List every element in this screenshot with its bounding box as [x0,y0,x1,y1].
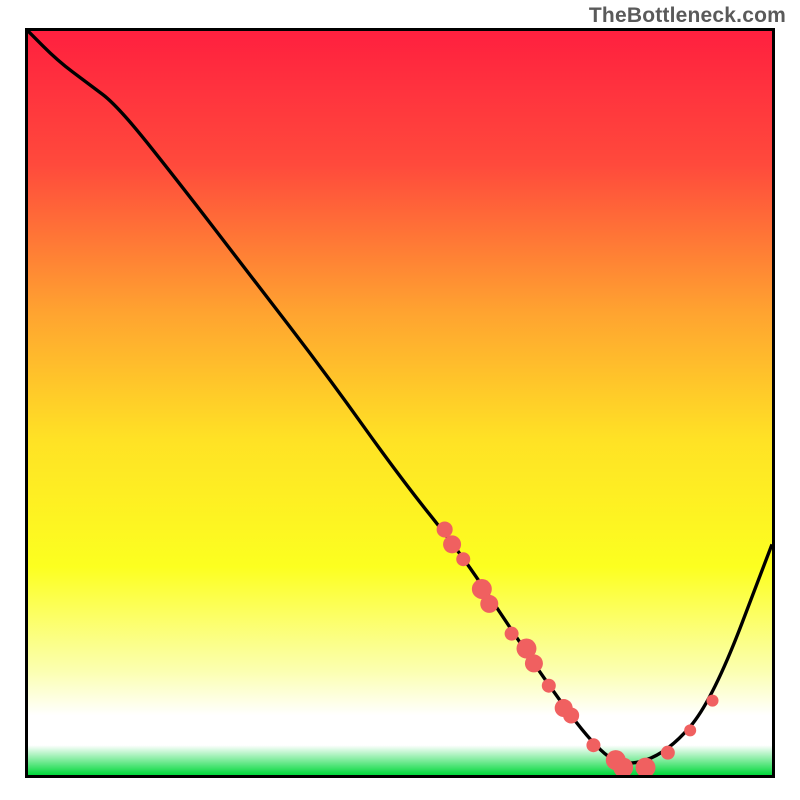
highlight-dot [661,746,675,760]
highlight-dot [542,679,556,693]
highlight-dot [437,521,453,537]
highlight-dot [684,724,696,736]
highlight-dot [586,738,600,752]
chart-frame [25,28,775,778]
highlight-dot [456,552,470,566]
bottleneck-curve [28,31,772,763]
highlight-dot [443,535,461,553]
chart-plot [28,31,772,775]
highlight-dot [636,758,656,775]
highlight-dot [706,695,718,707]
highlight-dots-group [437,521,719,775]
watermark-text: TheBottleneck.com [589,4,786,28]
highlight-dot [480,595,498,613]
highlight-dot [563,707,579,723]
highlight-dot [505,627,519,641]
highlight-dot [525,654,543,672]
